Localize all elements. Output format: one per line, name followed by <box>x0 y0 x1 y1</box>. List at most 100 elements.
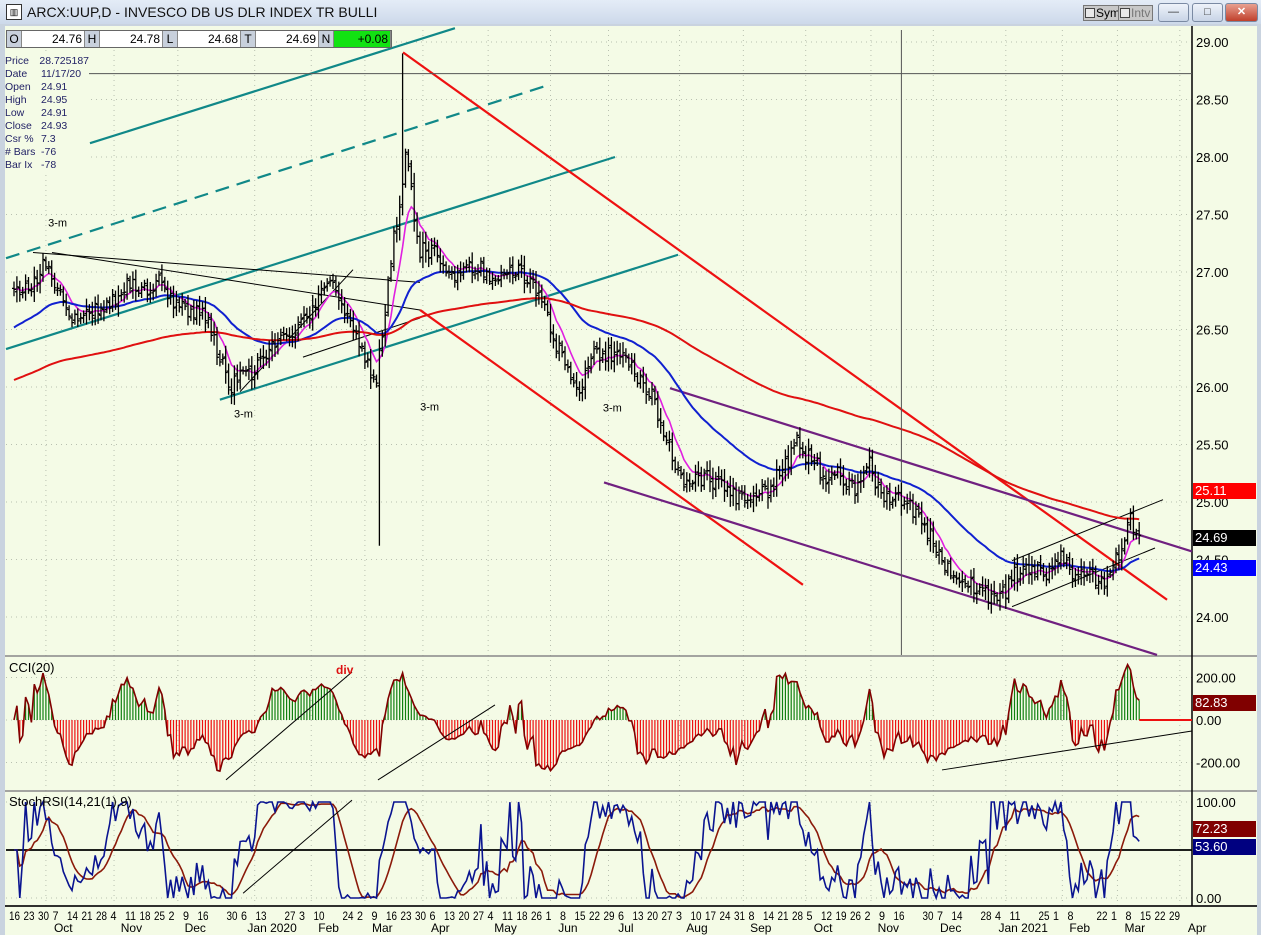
x-month-label: Nov <box>878 921 899 935</box>
data-box-value: -76 <box>41 146 57 158</box>
last-value: 24.69 <box>256 31 319 47</box>
net-change-value: +0.08 <box>334 31 391 47</box>
x-month-label: Oct <box>54 921 73 935</box>
high-value: 24.78 <box>100 31 163 47</box>
cci-title: CCI(20) <box>9 660 55 675</box>
x-month-label: Feb <box>318 921 339 935</box>
maximize-button[interactable]: □ <box>1192 3 1223 22</box>
data-box-row: Close 24.93 <box>5 120 89 133</box>
x-day-label: 16 <box>9 909 20 923</box>
x-day-label: 29 <box>1169 909 1180 923</box>
x-day-label: 2 <box>357 909 363 923</box>
x-day-label: 2 <box>865 909 871 923</box>
x-day-label: 23 <box>401 909 412 923</box>
sym-label: Sym <box>1096 6 1120 20</box>
ma-red-value-label: 25.11 <box>1193 483 1256 499</box>
minimize-button[interactable]: — <box>1158 3 1189 22</box>
x-day-label: 23 <box>24 909 35 923</box>
checkbox-icon <box>1085 8 1095 18</box>
stoch-k-value-label: 53.60 <box>1193 839 1256 855</box>
x-day-label: 26 <box>850 909 861 923</box>
x-day-label: 30 <box>38 909 49 923</box>
x-day-label: 20 <box>459 909 470 923</box>
x-day-label: 3 <box>299 909 305 923</box>
checkbox-icon <box>1120 8 1130 18</box>
x-day-label: 4 <box>111 909 117 923</box>
x-month-label: Aug <box>686 921 707 935</box>
price-tick-label: 25.50 <box>1196 438 1229 453</box>
data-box-key: Bar Ix <box>5 159 33 171</box>
x-day-label: 26 <box>531 909 542 923</box>
chart-canvas[interactable]: 29.00 28.50 28.00 27.50 27.00 26.50 26.00 25.50… <box>0 24 1261 935</box>
x-day-label: 21 <box>82 909 93 923</box>
data-box-value: -78 <box>41 159 57 171</box>
intv-label: Intv <box>1131 6 1151 20</box>
ma-blue-value-label: 24.43 <box>1193 560 1256 576</box>
cci-tick-label: -200.00 <box>1196 756 1240 771</box>
x-month-label: Nov <box>121 921 142 935</box>
x-day-label: 22 <box>589 909 600 923</box>
x-day-label: 1 <box>1053 909 1059 923</box>
x-day-label: 30 <box>923 909 934 923</box>
x-day-label: 6 <box>241 909 247 923</box>
x-day-label: 4 <box>488 909 494 923</box>
data-box-key: Open <box>5 81 31 93</box>
price-tick-label: 24.00 <box>1196 610 1229 625</box>
x-day-label: 30 <box>227 909 238 923</box>
data-box-row: # Bars -76 <box>5 146 89 159</box>
x-day-label: 25 <box>154 909 165 923</box>
data-box-row: High 24.95 <box>5 94 89 107</box>
title-bar: ▥ ARCX:UUP,D - INVESCO DB US DLR INDEX T… <box>0 0 1261 24</box>
x-day-label: 2 <box>169 909 175 923</box>
data-box-row: Csr % 7.3 <box>5 133 89 146</box>
close-button[interactable]: ✕ <box>1225 3 1258 22</box>
x-day-label: 24 <box>343 909 354 923</box>
x-day-label: 3 <box>676 909 682 923</box>
x-day-label: 22 <box>1097 909 1108 923</box>
maximize-icon: □ <box>1204 6 1211 18</box>
intv-toggle[interactable]: Intv <box>1118 5 1154 21</box>
x-day-label: 21 <box>778 909 789 923</box>
window-title: ARCX:UUP,D - INVESCO DB US DLR INDEX TR … <box>27 4 378 20</box>
x-day-label: 27 <box>473 909 484 923</box>
data-box-value: 24.95 <box>41 94 68 106</box>
data-box-value: 24.91 <box>41 107 68 119</box>
stoch-signal-value-label: 72.23 <box>1193 821 1256 837</box>
data-box-key: Date <box>5 68 28 80</box>
data-box-value: 11/17/20 <box>41 68 82 80</box>
plot-background <box>5 26 1257 906</box>
x-day-label: 5 <box>807 909 813 923</box>
last-price-label: 24.69 <box>1193 530 1256 546</box>
stoch-title: StochRSI(14,21(1),9) <box>9 794 132 809</box>
x-month-label: Jan 2021 <box>999 921 1049 935</box>
stoch-tick-label: 0.00 <box>1196 891 1221 906</box>
wave-annotation: 3-m <box>234 408 253 420</box>
x-month-label: Apr <box>1188 921 1207 935</box>
data-box-row: Open 24.91 <box>5 81 89 94</box>
x-day-label: 28 <box>96 909 107 923</box>
sym-toggle[interactable]: Sym <box>1083 5 1123 21</box>
x-month-label: Jun <box>558 921 577 935</box>
x-month-label: Mar <box>1125 921 1146 935</box>
x-day-label: 1 <box>1111 909 1117 923</box>
data-box-row: Low 24.91 <box>5 107 89 120</box>
x-day-label: 30 <box>415 909 426 923</box>
net-change-label: N <box>319 31 334 47</box>
data-box-key: Price <box>5 55 29 67</box>
x-day-label: 28 <box>792 909 803 923</box>
x-day-label: 24 <box>720 909 731 923</box>
x-month-label: Mar <box>372 921 393 935</box>
x-month-label: May <box>494 921 517 935</box>
x-month-label: Jan 2020 <box>247 921 297 935</box>
x-day-label: 1 <box>546 909 552 923</box>
x-month-label: Feb <box>1069 921 1090 935</box>
x-day-label: 20 <box>647 909 658 923</box>
close-icon: ✕ <box>1236 6 1247 18</box>
cursor-data-box: Price 28.725187 Date 11/17/20 Open 24.91 High 2… <box>5 55 89 173</box>
data-box-key: Close <box>5 120 32 132</box>
x-month-label: Sep <box>750 921 772 935</box>
x-month-label: Dec <box>940 921 961 935</box>
x-month-label: Oct <box>814 921 833 935</box>
data-box-key: # Bars <box>5 146 36 158</box>
low-value: 24.68 <box>178 31 241 47</box>
